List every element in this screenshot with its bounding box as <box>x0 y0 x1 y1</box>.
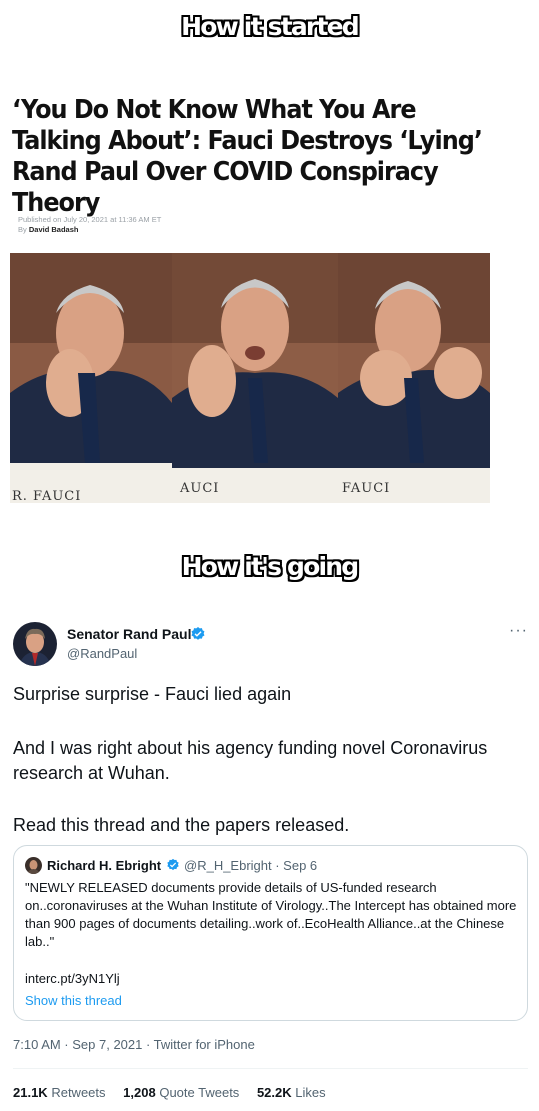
retweets-label: Retweets <box>51 1085 106 1100</box>
nameplate-right: FAUCI <box>342 481 391 496</box>
quoted-tweet-card[interactable]: Richard H. Ebright @R_H_Ebright · Sep 6 … <box>13 845 528 1021</box>
byline-prefix: By <box>18 225 27 234</box>
tweet-timestamp[interactable]: 7:10 AM · Sep 7, 2021 · Twitter for iPho… <box>13 1037 255 1052</box>
quoted-author-name: Richard H. Ebright <box>47 858 162 873</box>
show-thread-link[interactable]: Show this thread <box>25 993 122 1008</box>
quote-tweets-label: Quote Tweets <box>159 1085 240 1100</box>
avatar[interactable] <box>13 622 57 666</box>
quoted-verified-badge-icon <box>167 858 179 871</box>
divider <box>13 1068 528 1069</box>
tweet-text-line-2: And I was right about his agency funding… <box>13 738 488 783</box>
quoted-link[interactable]: interc.pt/3yN1Ylj <box>25 971 120 986</box>
quote-tweets-count: 1,208 <box>123 1085 156 1100</box>
quoted-text: "NEWLY RELEASED documents provide detail… <box>25 880 517 949</box>
tweet-stats: 21.1K Retweets 1,208 Quote Tweets 52.2K … <box>13 1085 340 1100</box>
photo-panel-right: FAUCI <box>338 253 490 503</box>
article-photo: R. FAUCI AUCI FAUCI <box>10 253 490 503</box>
tweet-text-line-3: Read this thread and the papers released… <box>13 815 350 835</box>
likes-label: Likes <box>295 1085 326 1100</box>
meme-caption-top: How it started <box>181 12 360 41</box>
quoted-meta: @R_H_Ebright · Sep 6 <box>184 858 318 873</box>
retweets-count: 21.1K <box>13 1085 48 1100</box>
quoted-avatar <box>25 857 42 874</box>
photo-panel-center: AUCI <box>172 253 338 503</box>
retweets-stat[interactable]: 21.1K Retweets <box>13 1085 106 1100</box>
photo-panel-left: R. FAUCI <box>10 253 172 503</box>
tweet-text-line-1: Surprise surprise - Fauci lied again <box>13 684 292 704</box>
nameplate-center: AUCI <box>180 481 220 496</box>
article-byline: By David Badash <box>18 225 78 234</box>
likes-stat[interactable]: 52.2K Likes <box>257 1085 326 1100</box>
nameplate-left: R. FAUCI <box>12 489 82 503</box>
more-horizontal-icon[interactable]: ··· <box>509 622 528 640</box>
meme-caption-middle: How it's going <box>181 552 360 581</box>
verified-badge-icon <box>191 627 205 640</box>
article-published-date: Published on July 20, 2021 at 11:36 AM E… <box>18 215 162 224</box>
article-author: David Badash <box>28 225 79 234</box>
likes-count: 52.2K <box>256 1085 292 1100</box>
tweet-author-handle[interactable]: @RandPaul <box>67 646 137 661</box>
quote-tweets-stat[interactable]: 1,208 Quote Tweets <box>123 1085 239 1100</box>
article-headline: ‘You Do Not Know What You Are Talking Ab… <box>12 95 483 218</box>
tweet-author-name[interactable]: Senator Rand Paul <box>67 626 191 642</box>
